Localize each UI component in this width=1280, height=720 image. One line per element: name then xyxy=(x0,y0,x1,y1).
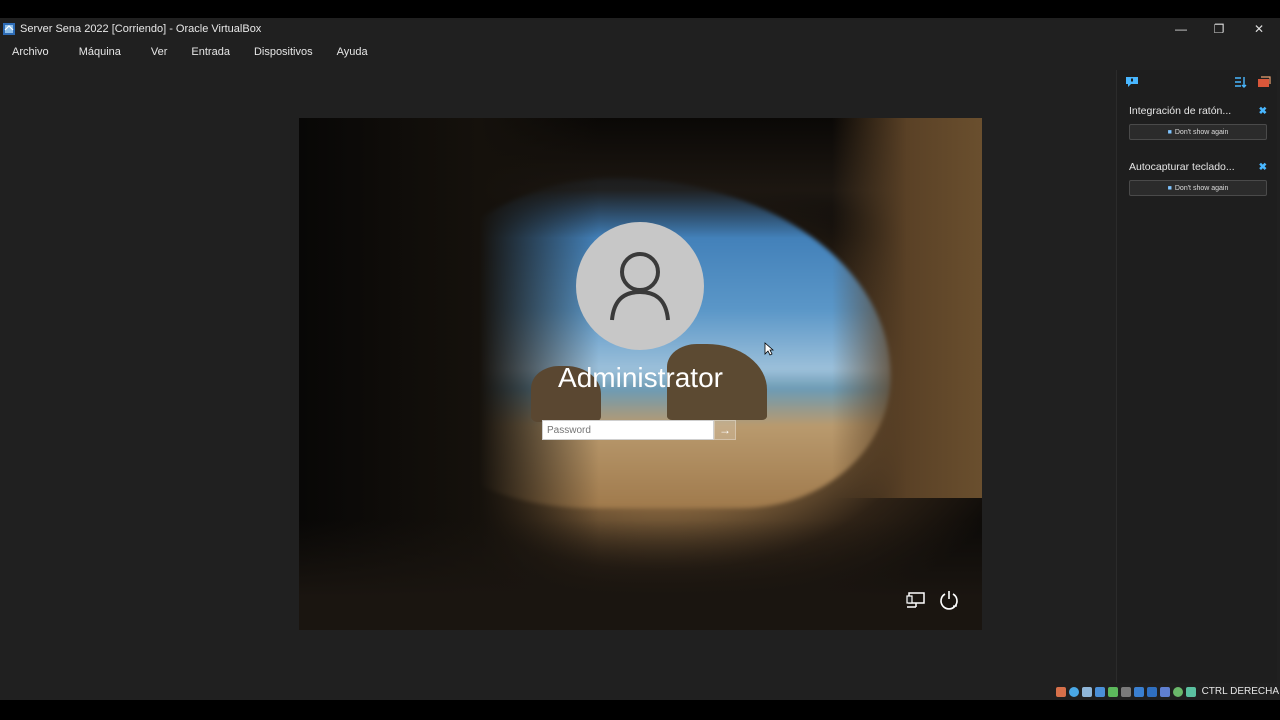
notification-bubble-icon[interactable] xyxy=(1125,76,1139,88)
window-title: Server Sena 2022 [Corriendo] - Oracle Vi… xyxy=(20,23,262,35)
user-avatar xyxy=(576,222,704,350)
close-notice-icon[interactable]: ✖ xyxy=(1259,162,1267,173)
screen-bottom-border xyxy=(0,700,1280,720)
shared-folders-icon[interactable] xyxy=(1120,686,1131,697)
menu-archivo[interactable]: Archivo xyxy=(0,46,61,58)
message-bubble-icon: ■ xyxy=(1167,184,1172,192)
user-silhouette-icon xyxy=(610,252,670,321)
power-icon xyxy=(940,591,958,610)
submit-arrow-button[interactable]: → xyxy=(714,420,736,440)
notice-mouse-integration: Integración de ratón... ✖ ■ Don't show a… xyxy=(1117,102,1277,140)
virtualbox-logo-icon xyxy=(3,23,15,35)
network-status-button[interactable] xyxy=(905,588,929,612)
close-button[interactable]: ✕ xyxy=(1240,18,1278,40)
vm-status-bar: CTRL DERECHA xyxy=(0,683,1280,700)
network-icon[interactable] xyxy=(1094,686,1105,697)
wallpaper-cave-right xyxy=(832,118,982,498)
optical-drive-icon[interactable] xyxy=(1068,686,1079,697)
mouse-cursor-icon xyxy=(764,342,774,356)
close-notice-icon[interactable]: ✖ xyxy=(1259,106,1267,117)
notice-keyboard-autocapture: Autocapturar teclado... ✖ ■ Don't show a… xyxy=(1117,158,1277,196)
display-icon[interactable] xyxy=(1133,686,1144,697)
cpu-icon[interactable] xyxy=(1172,686,1183,697)
login-username: Administrator xyxy=(558,362,723,393)
menu-entrada[interactable]: Entrada xyxy=(179,46,242,58)
restore-icon: ❐ xyxy=(1213,22,1225,36)
minimize-button[interactable]: — xyxy=(1162,18,1200,40)
menu-ver[interactable]: Ver xyxy=(133,46,180,58)
clear-all-icon[interactable] xyxy=(1257,76,1271,88)
audio-icon[interactable] xyxy=(1081,686,1092,697)
vm-display[interactable]: Administrator → xyxy=(299,118,982,630)
wallpaper-sand-shadow xyxy=(299,520,982,630)
usb-icon[interactable] xyxy=(1107,686,1118,697)
minimize-icon: — xyxy=(1175,22,1187,36)
screen-top-border xyxy=(0,0,1280,18)
window-titlebar: Server Sena 2022 [Corriendo] - Oracle Vi… xyxy=(0,18,1280,40)
notice-title[interactable]: Autocapturar teclado... xyxy=(1129,161,1235,173)
menu-dispositivos[interactable]: Dispositivos xyxy=(242,46,325,58)
virtualization-icon[interactable] xyxy=(1159,686,1170,697)
menu-bar: Archivo Máquina Ver Entrada Dispositivos… xyxy=(0,40,1280,64)
message-bubble-icon: ■ xyxy=(1167,128,1172,136)
notification-center: Integración de ratón... ✖ ■ Don't show a… xyxy=(1116,70,1277,698)
dont-show-again-button[interactable]: ■ Don't show again xyxy=(1129,124,1267,140)
restore-button[interactable]: ❐ xyxy=(1200,18,1238,40)
menu-ayuda[interactable]: Ayuda xyxy=(325,46,380,58)
password-row: → xyxy=(542,420,736,442)
network-icon xyxy=(906,592,925,608)
button-label: Don't show again xyxy=(1174,128,1229,136)
hard-disk-icon[interactable] xyxy=(1055,686,1066,697)
dont-show-again-button[interactable]: ■ Don't show again xyxy=(1129,180,1267,196)
menu-maquina[interactable]: Máquina xyxy=(61,46,133,58)
arrow-right-icon: → xyxy=(719,423,731,437)
sort-icon[interactable] xyxy=(1233,76,1247,88)
button-label: Don't show again xyxy=(1174,184,1229,192)
password-input[interactable] xyxy=(542,420,714,440)
notice-title[interactable]: Integración de ratón... xyxy=(1129,105,1231,117)
power-button[interactable] xyxy=(937,588,961,612)
video-capture-icon[interactable] xyxy=(1146,686,1157,697)
close-icon: ✕ xyxy=(1253,22,1265,36)
mouse-integration-icon[interactable] xyxy=(1185,686,1196,697)
host-key-label[interactable]: CTRL DERECHA xyxy=(1202,686,1279,697)
